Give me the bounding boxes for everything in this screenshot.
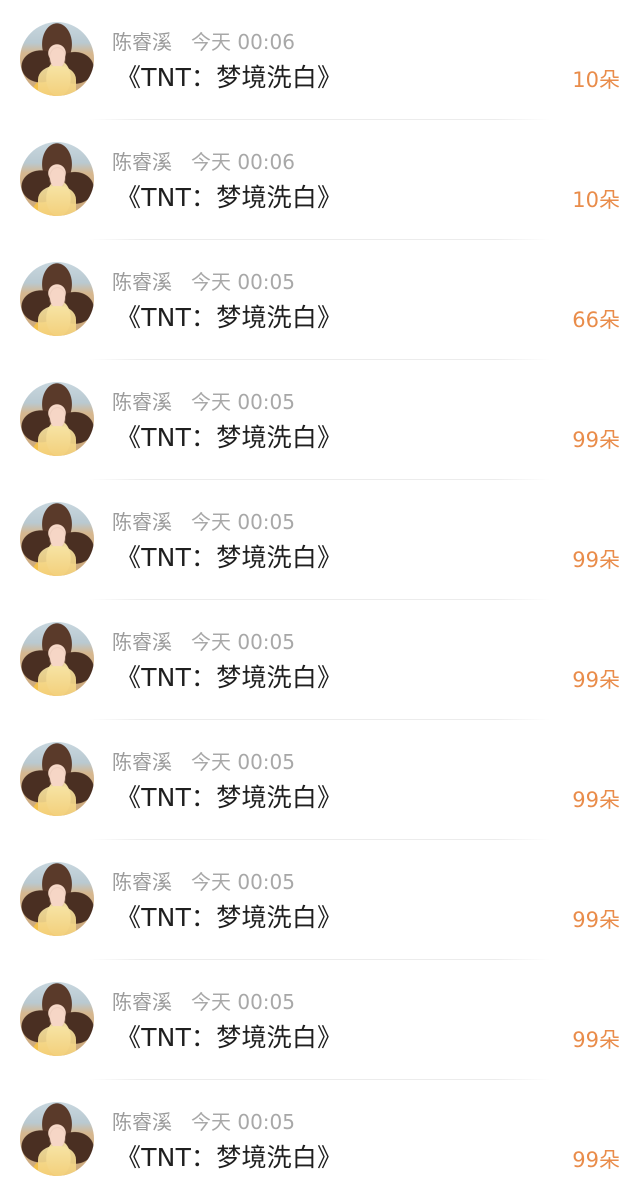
timestamp: 今天 00:05 [191, 630, 295, 654]
timestamp: 今天 00:06 [191, 30, 295, 54]
list-item[interactable]: 陈睿溪 今天 00:05 《TNT：梦境洗白》 99朵 [0, 960, 640, 1080]
user-name[interactable]: 陈睿溪 [112, 1110, 172, 1134]
avatar[interactable] [20, 262, 94, 336]
timestamp: 今天 00:05 [191, 510, 295, 534]
avatar[interactable] [20, 502, 94, 576]
flower-count: 10朵 [572, 188, 620, 212]
timestamp: 今天 00:06 [191, 150, 295, 174]
user-name[interactable]: 陈睿溪 [112, 630, 172, 654]
list-item[interactable]: 陈睿溪 今天 00:05 《TNT：梦境洗白》 66朵 [0, 240, 640, 360]
list-item[interactable]: 陈睿溪 今天 00:05 《TNT：梦境洗白》 99朵 [0, 840, 640, 960]
list-item[interactable]: 陈睿溪 今天 00:05 《TNT：梦境洗白》 99朵 [0, 360, 640, 480]
book-title[interactable]: 《TNT：梦境洗白》 [116, 1021, 342, 1055]
avatar[interactable] [20, 982, 94, 1056]
list-item[interactable]: 陈睿溪 今天 00:05 《TNT：梦境洗白》 99朵 [0, 600, 640, 720]
user-name[interactable]: 陈睿溪 [112, 990, 172, 1014]
book-title[interactable]: 《TNT：梦境洗白》 [116, 901, 342, 935]
flower-count: 99朵 [572, 668, 620, 692]
list-item[interactable]: 陈睿溪 今天 00:06 《TNT：梦境洗白》 10朵 [0, 120, 640, 240]
flower-count: 99朵 [572, 1148, 620, 1172]
user-name[interactable]: 陈睿溪 [112, 150, 172, 174]
user-name[interactable]: 陈睿溪 [112, 390, 172, 414]
flower-count: 99朵 [572, 788, 620, 812]
user-name[interactable]: 陈睿溪 [112, 270, 172, 294]
book-title[interactable]: 《TNT：梦境洗白》 [116, 1141, 342, 1175]
book-title[interactable]: 《TNT：梦境洗白》 [116, 301, 342, 335]
avatar[interactable] [20, 622, 94, 696]
avatar[interactable] [20, 1102, 94, 1176]
timestamp: 今天 00:05 [191, 270, 295, 294]
avatar[interactable] [20, 142, 94, 216]
book-title[interactable]: 《TNT：梦境洗白》 [116, 421, 342, 455]
flower-count: 66朵 [572, 308, 620, 332]
user-name[interactable]: 陈睿溪 [112, 750, 172, 774]
timestamp: 今天 00:05 [191, 990, 295, 1014]
user-name[interactable]: 陈睿溪 [112, 510, 172, 534]
flower-count: 99朵 [572, 908, 620, 932]
flower-count: 99朵 [572, 1028, 620, 1052]
list-item[interactable]: 陈睿溪 今天 00:06 《TNT：梦境洗白》 10朵 [0, 0, 640, 120]
book-title[interactable]: 《TNT：梦境洗白》 [116, 661, 342, 695]
user-name[interactable]: 陈睿溪 [112, 870, 172, 894]
book-title[interactable]: 《TNT：梦境洗白》 [116, 541, 342, 575]
avatar[interactable] [20, 382, 94, 456]
gift-record-list: 陈睿溪 今天 00:06 《TNT：梦境洗白》 10朵 陈睿溪 今天 00:06… [0, 0, 640, 1196]
book-title[interactable]: 《TNT：梦境洗白》 [116, 181, 342, 215]
timestamp: 今天 00:05 [191, 870, 295, 894]
timestamp: 今天 00:05 [191, 390, 295, 414]
flower-count: 10朵 [572, 68, 620, 92]
list-item[interactable]: 陈睿溪 今天 00:05 《TNT：梦境洗白》 99朵 [0, 720, 640, 840]
flower-count: 99朵 [572, 548, 620, 572]
list-item[interactable]: 陈睿溪 今天 00:05 《TNT：梦境洗白》 99朵 [0, 1080, 640, 1196]
list-item[interactable]: 陈睿溪 今天 00:05 《TNT：梦境洗白》 99朵 [0, 480, 640, 600]
book-title[interactable]: 《TNT：梦境洗白》 [116, 61, 342, 95]
flower-count: 99朵 [572, 428, 620, 452]
timestamp: 今天 00:05 [191, 750, 295, 774]
avatar[interactable] [20, 742, 94, 816]
avatar[interactable] [20, 22, 94, 96]
user-name[interactable]: 陈睿溪 [112, 30, 172, 54]
timestamp: 今天 00:05 [191, 1110, 295, 1134]
avatar[interactable] [20, 862, 94, 936]
book-title[interactable]: 《TNT：梦境洗白》 [116, 781, 342, 815]
